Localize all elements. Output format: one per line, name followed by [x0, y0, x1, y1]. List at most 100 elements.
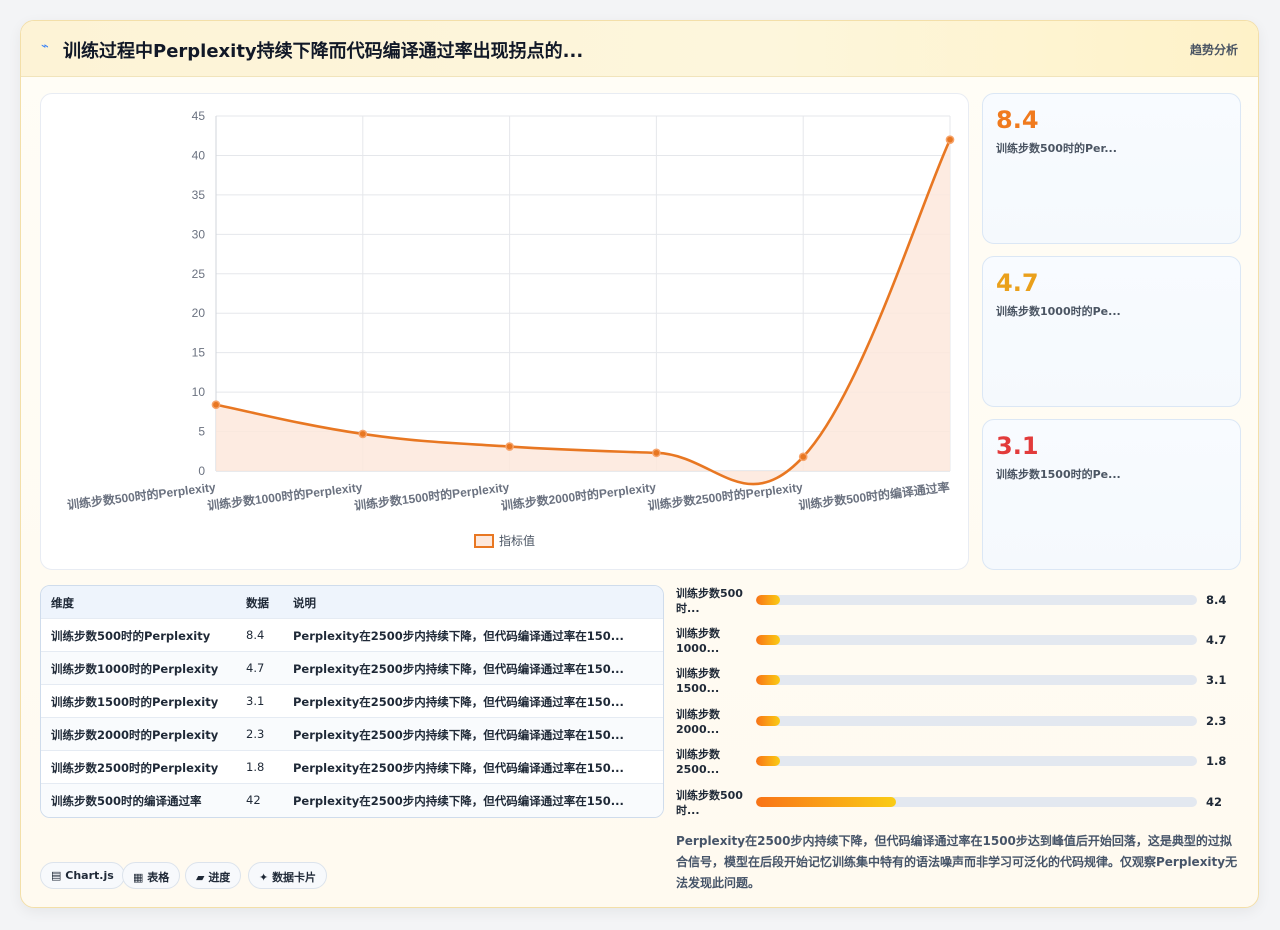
progress-row: 训练步数1500... 3.1: [676, 666, 1246, 702]
line-chart: 051015202530354045训练步数500时的Perplexity训练步…: [66, 109, 955, 548]
analysis-note: Perplexity在2500步内持续下降，但代码编译通过率在1500步达到峰值…: [676, 834, 1238, 890]
progress-value: 1.8: [1206, 754, 1227, 768]
progress-track: [756, 595, 1197, 605]
data-point: [505, 442, 514, 451]
table-cell-data: 42: [246, 793, 261, 807]
dashboard-card: ⌁ 训练过程中Perplexity持续下降而代码编译通过率出现拐点的... 趋势…: [20, 20, 1259, 908]
chip-table[interactable]: ▦ 表格: [122, 862, 181, 889]
table-cell-data: 8.4: [246, 628, 265, 642]
table-row: 训练步数2500时的Perplexity 1.8 Perplexity在2500…: [41, 751, 663, 784]
table-header-data: 数据: [246, 596, 269, 610]
chip-progress[interactable]: ▰ 进度: [185, 862, 242, 889]
y-tick-label: 20: [192, 306, 206, 320]
chart-icon: ▤: [51, 869, 62, 882]
y-tick-label: 0: [198, 464, 205, 478]
chart-line-icon: ⌁: [41, 39, 49, 54]
table-header-row: 维度 数据 说明: [41, 586, 663, 619]
progress-label: 训练步数500时...: [676, 587, 743, 615]
y-tick-label: 40: [192, 148, 206, 162]
progress-label: 训练步数1000...: [676, 627, 720, 655]
table-cell-data: 1.8: [246, 760, 265, 774]
progress-value: 4.7: [1206, 633, 1227, 647]
x-tick-label: 训练步数2500时的Perplexity: [647, 479, 804, 513]
y-tick-label: 5: [198, 425, 205, 439]
progress-label: 训练步数500时...: [676, 789, 743, 817]
card-icon: ✦: [259, 871, 269, 884]
progress-row: 训练步数1000... 4.7: [676, 626, 1246, 662]
progress-row: 训练步数500时... 8.4: [676, 586, 1246, 622]
card-header: ⌁ 训练过程中Perplexity持续下降而代码编译通过率出现拐点的... 趋势…: [21, 21, 1258, 77]
table-cell-desc: Perplexity在2500步内持续下降，但代码编译通过率在150...: [293, 629, 624, 643]
progress-fill: [756, 797, 896, 807]
data-table: 维度 数据 说明 训练步数500时的Perplexity 8.4 Perplex…: [40, 585, 664, 818]
y-tick-label: 10: [192, 385, 206, 399]
y-tick-label: 25: [192, 267, 206, 281]
progress-row: 训练步数500时... 42: [676, 788, 1246, 824]
table-cell-data: 4.7: [246, 661, 265, 675]
table-cell-desc: Perplexity在2500步内持续下降，但代码编译通过率在150...: [293, 728, 624, 742]
stat-label: 训练步数500时的Per...: [996, 142, 1117, 155]
stat-card-3: 3.1 训练步数1500时的Pe...: [982, 419, 1241, 570]
stat-label: 训练步数1500时的Pe...: [996, 468, 1121, 481]
chip-data-card[interactable]: ✦ 数据卡片: [248, 862, 328, 889]
table-cell-dimension: 训练步数2500时的Perplexity: [51, 761, 219, 775]
progress-track: [756, 716, 1197, 726]
y-tick-label: 30: [192, 227, 206, 241]
progress-label: 训练步数1500...: [676, 667, 720, 695]
chip-label: Chart.js: [65, 869, 114, 882]
x-tick-label: 训练步数1500时的Perplexity: [353, 479, 510, 513]
x-tick-label: 训练步数500时的Perplexity: [66, 479, 216, 512]
table-cell-dimension: 训练步数2000时的Perplexity: [51, 728, 219, 742]
stat-label: 训练步数1000时的Pe...: [996, 305, 1121, 318]
table-cell-desc: Perplexity在2500步内持续下降，但代码编译通过率在150...: [293, 695, 624, 709]
progress-value: 3.1: [1206, 673, 1227, 687]
x-tick-label: 训练步数2000时的Perplexity: [500, 479, 657, 513]
chip-label: 表格: [147, 871, 170, 884]
progress-fill: [756, 675, 781, 685]
progress-value: 8.4: [1206, 593, 1227, 607]
progress-icon: ▰: [196, 871, 205, 884]
progress-row: 训练步数2000... 2.3: [676, 707, 1246, 743]
table-cell-desc: Perplexity在2500步内持续下降，但代码编译通过率在150...: [293, 761, 624, 775]
table-row: 训练步数1000时的Perplexity 4.7 Perplexity在2500…: [41, 652, 663, 685]
x-tick-label: 训练步数1000时的Perplexity: [206, 479, 363, 513]
progress-fill: [756, 756, 781, 766]
table-row: 训练步数500时的Perplexity 8.4 Perplexity在2500步…: [41, 619, 663, 652]
legend-label: 指标值: [499, 533, 535, 548]
progress-track: [756, 756, 1197, 766]
analysis-tag: 趋势分析: [1189, 43, 1238, 57]
y-tick-label: 35: [192, 188, 206, 202]
table-cell-dimension: 训练步数1000时的Perplexity: [51, 662, 219, 676]
y-tick-label: 45: [192, 109, 206, 123]
progress-label: 训练步数2500...: [676, 748, 720, 776]
progress-label: 训练步数2000...: [676, 708, 720, 736]
progress-value: 2.3: [1206, 714, 1227, 728]
progress-row: 训练步数2500... 1.8: [676, 747, 1246, 783]
data-point: [358, 429, 368, 439]
data-point: [652, 448, 661, 458]
legend-swatch: [474, 534, 494, 548]
table-icon: ▦: [133, 871, 144, 884]
stat-value: 3.1: [996, 432, 1039, 460]
table-cell-desc: Perplexity在2500步内持续下降，但代码编译通过率在150...: [293, 662, 624, 676]
table-cell-data: 3.1: [246, 694, 265, 708]
table-row: 训练步数1500时的Perplexity 3.1 Perplexity在2500…: [41, 685, 663, 718]
table-cell-dimension: 训练步数500时的编译通过率: [51, 794, 202, 808]
table-header-desc: 说明: [293, 596, 316, 610]
progress-track: [756, 675, 1197, 685]
stat-card-1: 8.4 训练步数500时的Per...: [982, 93, 1241, 244]
table-cell-dimension: 训练步数1500时的Perplexity: [51, 695, 219, 709]
stat-card-2: 4.7 训练步数1000时的Pe...: [982, 256, 1241, 407]
line-chart-panel: 0 5 10 15 20 25 30 35 40 45 训练步数500时的Perplexity 训练步…: [40, 93, 969, 570]
table-cell-data: 2.3: [246, 727, 265, 741]
data-point: [798, 452, 808, 462]
progress-fill: [756, 716, 781, 726]
progress-value: 42: [1206, 795, 1223, 809]
chip-label: 数据卡片: [272, 871, 317, 884]
data-point: [945, 135, 955, 145]
progress-fill: [756, 635, 781, 645]
chip-chartjs[interactable]: ▤ Chart.js: [40, 862, 125, 889]
stat-value: 8.4: [996, 106, 1039, 134]
x-tick-label: 训练步数500时的编译通过率: [798, 479, 951, 512]
progress-fill: [756, 595, 781, 605]
